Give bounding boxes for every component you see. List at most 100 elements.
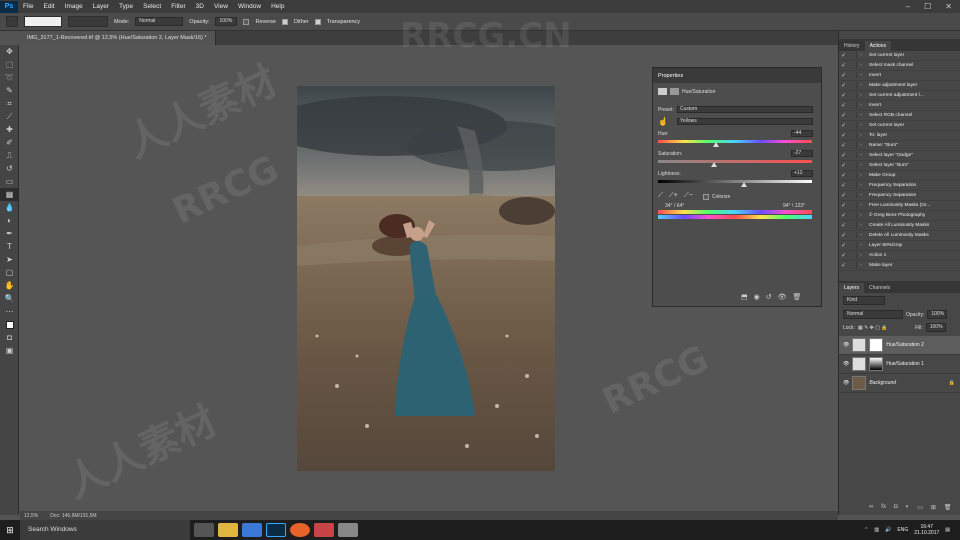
healing-brush-tool-icon[interactable]: ✚ (0, 123, 19, 136)
action-dialog-toggle[interactable] (848, 262, 857, 269)
file-explorer-icon[interactable] (218, 523, 238, 537)
notifications-icon[interactable]: ▤ (945, 527, 950, 533)
layer-name[interactable]: Hue/Saturation 2 (886, 342, 924, 348)
action-check-icon[interactable]: ✓ (839, 132, 848, 139)
action-check-icon[interactable]: ✓ (839, 212, 848, 219)
volume-icon[interactable]: 🔊 (885, 527, 891, 533)
expand-chevron-icon[interactable]: › (857, 173, 865, 178)
action-dialog-toggle[interactable] (848, 142, 857, 149)
expand-chevron-icon[interactable]: › (857, 193, 865, 198)
action-dialog-toggle[interactable] (848, 192, 857, 199)
delete-layer-icon[interactable]: 🗑 (944, 504, 952, 511)
gradient-tool-icon[interactable] (6, 16, 18, 27)
marquee-tool-icon[interactable]: ⬚ (0, 58, 19, 71)
action-row[interactable]: ✓ › Name: "Burn" (839, 141, 960, 151)
action-check-icon[interactable]: ✓ (839, 152, 848, 159)
link-layers-icon[interactable]: ∞ (869, 504, 873, 511)
language-indicator[interactable]: ENG (897, 527, 908, 533)
channel-select[interactable]: Yellows (677, 118, 813, 125)
action-row[interactable]: ✓ › Set current layer (839, 121, 960, 131)
action-check-icon[interactable]: ✓ (839, 262, 848, 269)
action-dialog-toggle[interactable] (848, 72, 857, 79)
colorize-checkbox[interactable] (703, 194, 709, 200)
action-row[interactable]: ✓ › Free Luminosity Masks (Gr... (839, 201, 960, 211)
action-check-icon[interactable]: ✓ (839, 82, 848, 89)
screen-mode-icon[interactable]: ▣ (0, 344, 19, 357)
hue-slider-handle[interactable] (713, 142, 720, 147)
action-dialog-toggle[interactable] (848, 242, 857, 249)
layer-mask-thumb[interactable] (869, 338, 884, 352)
fill-field[interactable]: 100% (925, 323, 946, 332)
action-dialog-toggle[interactable] (848, 212, 857, 219)
visibility-eye-icon[interactable]: 👁 (843, 342, 849, 348)
dither-checkbox[interactable] (281, 18, 288, 25)
action-dialog-toggle[interactable] (848, 182, 857, 189)
zoom-tool-icon[interactable]: 🔍 (0, 292, 19, 305)
photos-icon[interactable] (338, 523, 358, 537)
action-row[interactable]: ✓ › Make layer (839, 261, 960, 271)
expand-chevron-icon[interactable]: › (857, 123, 865, 128)
eyedropper-minus-icon[interactable]: ⟋− (684, 192, 693, 200)
expand-chevron-icon[interactable]: › (857, 93, 865, 98)
expand-chevron-icon[interactable]: › (857, 233, 865, 238)
action-check-icon[interactable]: ✓ (839, 62, 848, 69)
menu-image[interactable]: Image (60, 3, 88, 10)
action-dialog-toggle[interactable] (848, 82, 857, 89)
layer-row[interactable]: 👁 Hue/Saturation 2 (839, 336, 960, 355)
action-dialog-toggle[interactable] (848, 92, 857, 99)
expand-chevron-icon[interactable]: › (857, 53, 865, 58)
opacity-field[interactable]: 100% (215, 17, 238, 26)
layer-opacity-field[interactable]: 100% (927, 310, 948, 319)
saturation-value[interactable]: -27 (791, 150, 813, 157)
layer-filter-kind[interactable]: Kind (843, 296, 885, 305)
action-dialog-toggle[interactable] (848, 172, 857, 179)
action-dialog-toggle[interactable] (848, 62, 857, 69)
pen-tool-icon[interactable]: ✒ (0, 227, 19, 240)
clock[interactable]: 16:47 21.10.2017 (914, 524, 939, 536)
menu-layer[interactable]: Layer (88, 3, 114, 10)
new-adjustment-icon[interactable]: ◐ (906, 504, 910, 511)
expand-chevron-icon[interactable]: › (857, 203, 865, 208)
action-check-icon[interactable]: ✓ (839, 52, 848, 59)
menu-view[interactable]: View (209, 3, 233, 10)
action-check-icon[interactable]: ✓ (839, 72, 848, 79)
new-group-icon[interactable]: ▭ (917, 504, 923, 511)
visibility-eye-icon[interactable]: 👁 (843, 380, 849, 386)
photoshop-taskbar-icon[interactable] (266, 523, 286, 537)
menu-window[interactable]: Window (233, 3, 266, 10)
dodge-tool-icon[interactable]: ◐ (0, 214, 19, 227)
expand-chevron-icon[interactable]: › (857, 263, 865, 268)
color-range-bar-bottom[interactable] (658, 215, 812, 219)
expand-chevron-icon[interactable]: › (857, 113, 865, 118)
action-row[interactable]: ✓ › Select mask channel (839, 61, 960, 71)
color-swatches-icon[interactable] (0, 318, 19, 331)
eyedropper-icon[interactable]: ⟋ (658, 192, 663, 200)
expand-chevron-icon[interactable]: › (857, 133, 865, 138)
expand-chevron-icon[interactable]: › (857, 63, 865, 68)
action-dialog-toggle[interactable] (848, 102, 857, 109)
action-dialog-toggle[interactable] (848, 152, 857, 159)
tab-actions[interactable]: Actions (864, 41, 891, 51)
new-layer-icon[interactable]: ⊞ (931, 504, 936, 511)
properties-tab[interactable]: Properties (653, 68, 821, 83)
expand-chevron-icon[interactable]: › (857, 163, 865, 168)
store-icon[interactable] (242, 523, 262, 537)
expand-chevron-icon[interactable]: › (857, 213, 865, 218)
action-dialog-toggle[interactable] (848, 232, 857, 239)
history-brush-tool-icon[interactable]: ↺ (0, 162, 19, 175)
action-check-icon[interactable]: ✓ (839, 182, 848, 189)
layer-name[interactable]: Background (869, 380, 896, 386)
saturation-slider-handle[interactable] (711, 162, 718, 167)
transparency-checkbox[interactable] (314, 18, 321, 25)
menu-edit[interactable]: Edit (38, 3, 59, 10)
action-check-icon[interactable]: ✓ (839, 242, 848, 249)
action-row[interactable]: ✓ › Frequency Separation (839, 191, 960, 201)
expand-chevron-icon[interactable]: › (857, 103, 865, 108)
action-check-icon[interactable]: ✓ (839, 192, 848, 199)
move-tool-icon[interactable]: ✥ (0, 45, 19, 58)
blur-tool-icon[interactable]: 💧 (0, 201, 19, 214)
action-check-icon[interactable]: ✓ (839, 102, 848, 109)
tray-chevron-icon[interactable]: ⌃ (864, 527, 868, 533)
document-image[interactable] (297, 86, 555, 471)
type-tool-icon[interactable]: T (0, 240, 19, 253)
